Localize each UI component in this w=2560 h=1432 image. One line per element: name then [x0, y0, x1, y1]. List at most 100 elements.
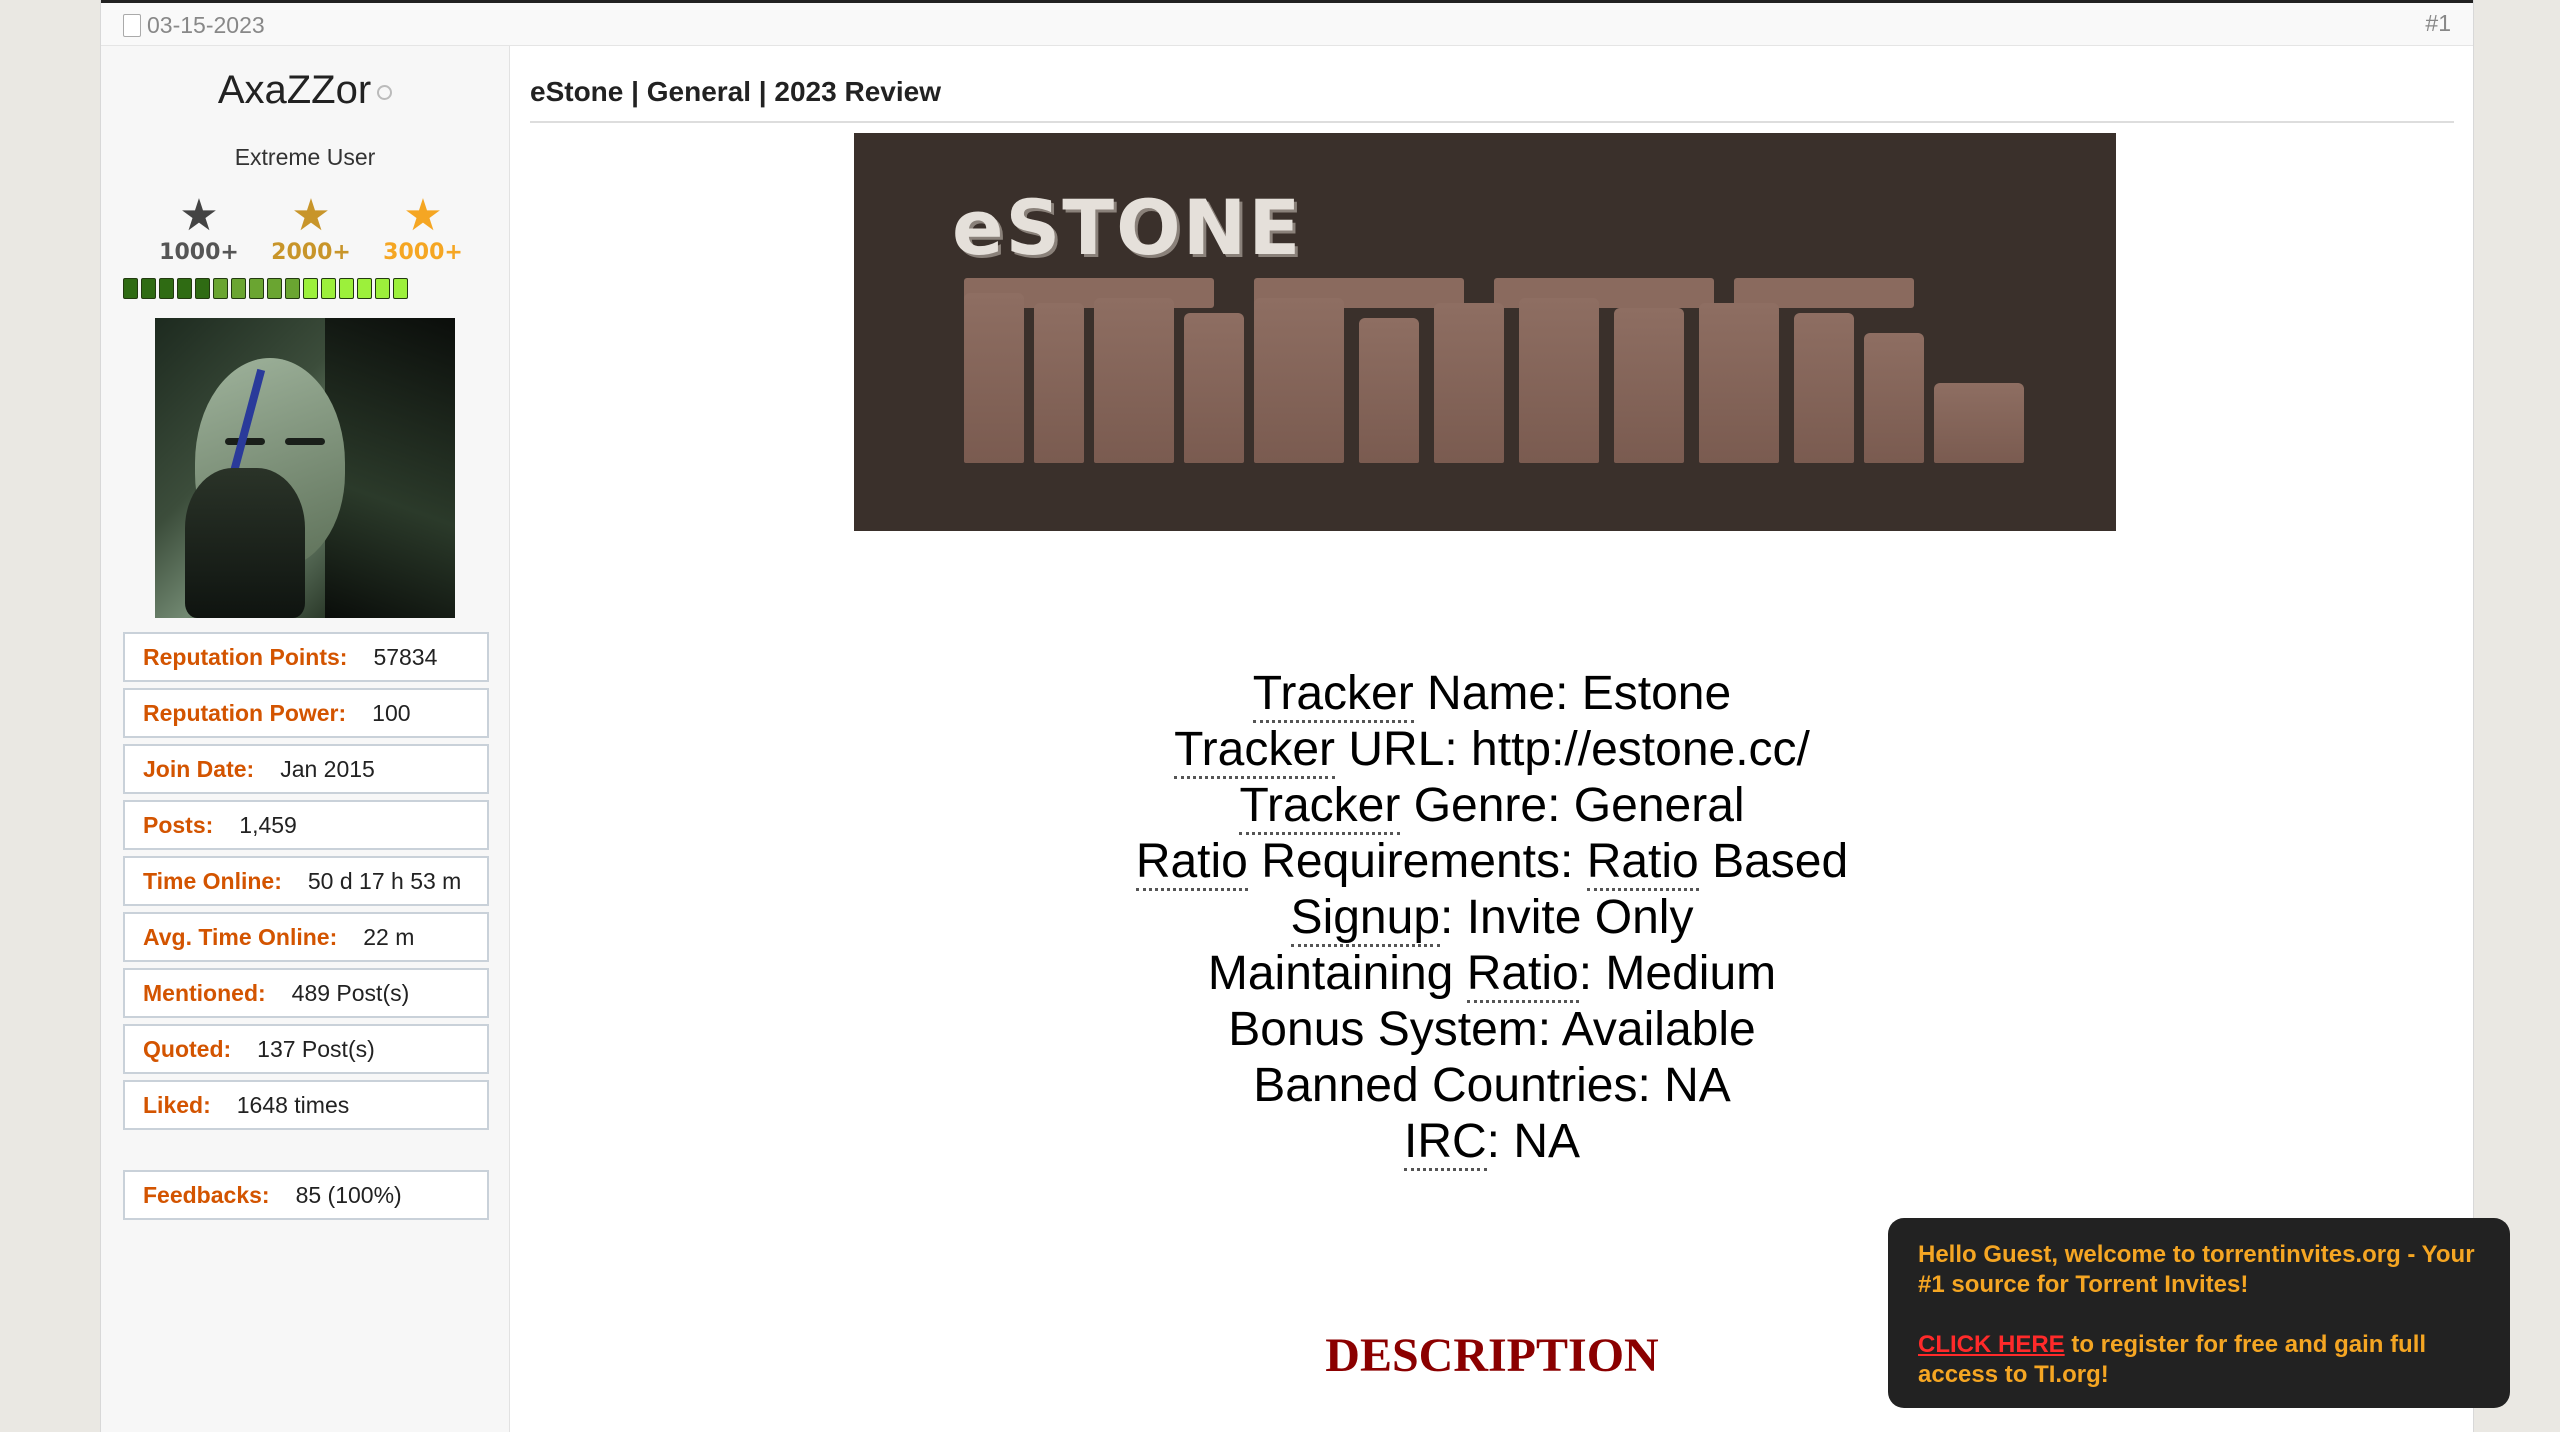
star-icon: ★ [291, 191, 331, 240]
tracker-term[interactable]: Tracker [1252, 667, 1414, 723]
tracker-value: NA [1513, 1115, 1581, 1168]
award-2000: ★ 2000+ [261, 191, 361, 266]
stat-key: Posts: [143, 811, 214, 838]
stat-value: 1648 times [236, 1091, 350, 1118]
reputation-segment [357, 278, 372, 299]
post-header: 03-15-2023 #1 [101, 0, 2473, 46]
reputation-segment [159, 278, 174, 299]
user-title: Extreme User [234, 144, 376, 170]
stat-key: Reputation Power: [143, 699, 347, 726]
banner-stone [1184, 313, 1244, 463]
user-info-column: AxaZZor Extreme User ★ 1000+ ★ 2000+ ★ 3… [101, 46, 510, 1432]
stat-key: Quoted: [143, 1035, 232, 1062]
user-avatar[interactable] [155, 318, 455, 618]
stat-avg-time-online: Avg. Time Online: 22 m [123, 912, 489, 962]
stat-value: 100 [372, 699, 411, 726]
tracker-label: Banned Countries: [1253, 1059, 1665, 1112]
star-icon: ★ [179, 191, 219, 240]
signup-term[interactable]: Signup [1290, 891, 1441, 947]
post-number-link[interactable]: #1 [2425, 10, 2451, 37]
tracker-term[interactable]: Tracker [1174, 723, 1335, 779]
stat-key: Avg. Time Online: [143, 923, 338, 950]
banner-stone [1094, 298, 1174, 463]
tracker-label: Requirements: [1247, 835, 1587, 888]
ratio-term[interactable]: Ratio [1586, 835, 1699, 891]
reputation-segment [321, 278, 336, 299]
post-date: 03-15-2023 [123, 12, 265, 39]
click-here-link[interactable]: CLICK HERE [1918, 1331, 2065, 1358]
tracker-genre-line: Tracker Genre: General [530, 778, 2454, 835]
tracker-value: Available [1561, 1003, 1756, 1056]
stat-key: Reputation Points: [143, 643, 348, 670]
irc-term[interactable]: IRC [1403, 1115, 1487, 1171]
username: AxaZZor [101, 68, 509, 113]
bonus-system-line: Bonus System: Available [530, 1002, 2454, 1058]
stat-join-date: Join Date: Jan 2015 [123, 744, 489, 794]
tracker-name-line: Tracker Name: Estone [530, 666, 2454, 723]
avatar-eye [285, 438, 325, 445]
tracker-term[interactable]: Tracker [1239, 779, 1401, 835]
reputation-segment [123, 278, 138, 299]
tracker-label: : [1486, 1115, 1514, 1168]
stat-value: 1,459 [239, 811, 297, 838]
star-icon: ★ [403, 191, 443, 240]
reputation-segment [177, 278, 192, 299]
post-date-text: 03-15-2023 [147, 12, 265, 38]
maintaining-ratio-line: Maintaining Ratio: Medium [530, 946, 2454, 1003]
signup-line: Signup: Invite Only [530, 890, 2454, 947]
stat-value: 489 Post(s) [291, 979, 410, 1006]
estone-banner-image: eSTONE [854, 133, 2116, 531]
stat-feedbacks[interactable]: Feedbacks: 85 (100%) [123, 1170, 489, 1220]
stat-value: 57834 [373, 643, 438, 670]
reputation-segment [339, 278, 354, 299]
tracker-value: NA [1664, 1059, 1731, 1112]
stat-key: Mentioned: [143, 979, 266, 1006]
reputation-segment [213, 278, 228, 299]
stat-value: 50 d 17 h 53 m [307, 867, 462, 894]
stat-quoted: Quoted: 137 Post(s) [123, 1024, 489, 1074]
user-stats: Reputation Points: 57834 Reputation Power… [123, 632, 489, 1226]
stat-key: Feedbacks: [143, 1181, 270, 1208]
tracker-url-link[interactable]: http://estone.cc/ [1471, 723, 1810, 776]
reputation-segment [285, 278, 300, 299]
stat-reputation-points: Reputation Points: 57834 [123, 632, 489, 682]
stat-key: Liked: [143, 1091, 211, 1118]
reputation-bar [123, 278, 408, 299]
tracker-label: Maintaining [1207, 947, 1467, 1000]
irc-line: IRC: NA [530, 1114, 2454, 1171]
reputation-segment [267, 278, 282, 299]
banner-stone [1254, 298, 1344, 463]
stat-posts: Posts: 1,459 [123, 800, 489, 850]
ratio-term[interactable]: Ratio [1135, 835, 1248, 891]
tracker-label: Name: [1413, 667, 1582, 720]
tracker-label: : [1578, 947, 1606, 1000]
tracker-label: URL: [1335, 723, 1472, 776]
ratio-requirements-line: Ratio Requirements: Ratio Based [530, 834, 2454, 891]
stat-value: Jan 2015 [280, 755, 375, 782]
banner-stone [1034, 303, 1084, 463]
award-label: 1000+ [159, 240, 239, 265]
tracker-label: Bonus System: [1228, 1003, 1562, 1056]
tracker-label: Genre: [1400, 779, 1574, 832]
stat-liked: Liked: 1648 times [123, 1080, 489, 1130]
popup-register-text: CLICK HERE to register for free and gain… [1918, 1330, 2480, 1390]
post-title: eStone | General | 2023 Review [530, 76, 941, 107]
stat-value: 85 (100%) [295, 1181, 402, 1208]
award-label: 3000+ [383, 240, 463, 265]
ratio-term[interactable]: Ratio [1466, 947, 1579, 1003]
tracker-value: Invite Only [1466, 891, 1694, 944]
stat-reputation-power: Reputation Power: 100 [123, 688, 489, 738]
stat-key: Join Date: [143, 755, 255, 782]
avatar-hand [185, 468, 305, 618]
banner-stone [1934, 383, 2024, 463]
stat-time-online: Time Online: 50 d 17 h 53 m [123, 856, 489, 906]
tracker-value: Estone [1581, 667, 1732, 720]
award-1000: ★ 1000+ [149, 191, 249, 266]
banner-stone [1359, 318, 1419, 463]
username-link[interactable]: AxaZZor [218, 68, 371, 112]
tracker-info: Tracker Name: Estone Tracker URL: http:/… [530, 666, 2454, 1171]
banner-stone [964, 293, 1024, 463]
banner-logo: eSTONE [952, 183, 1303, 272]
stat-value: 137 Post(s) [257, 1035, 375, 1062]
banned-countries-line: Banned Countries: NA [530, 1058, 2454, 1114]
